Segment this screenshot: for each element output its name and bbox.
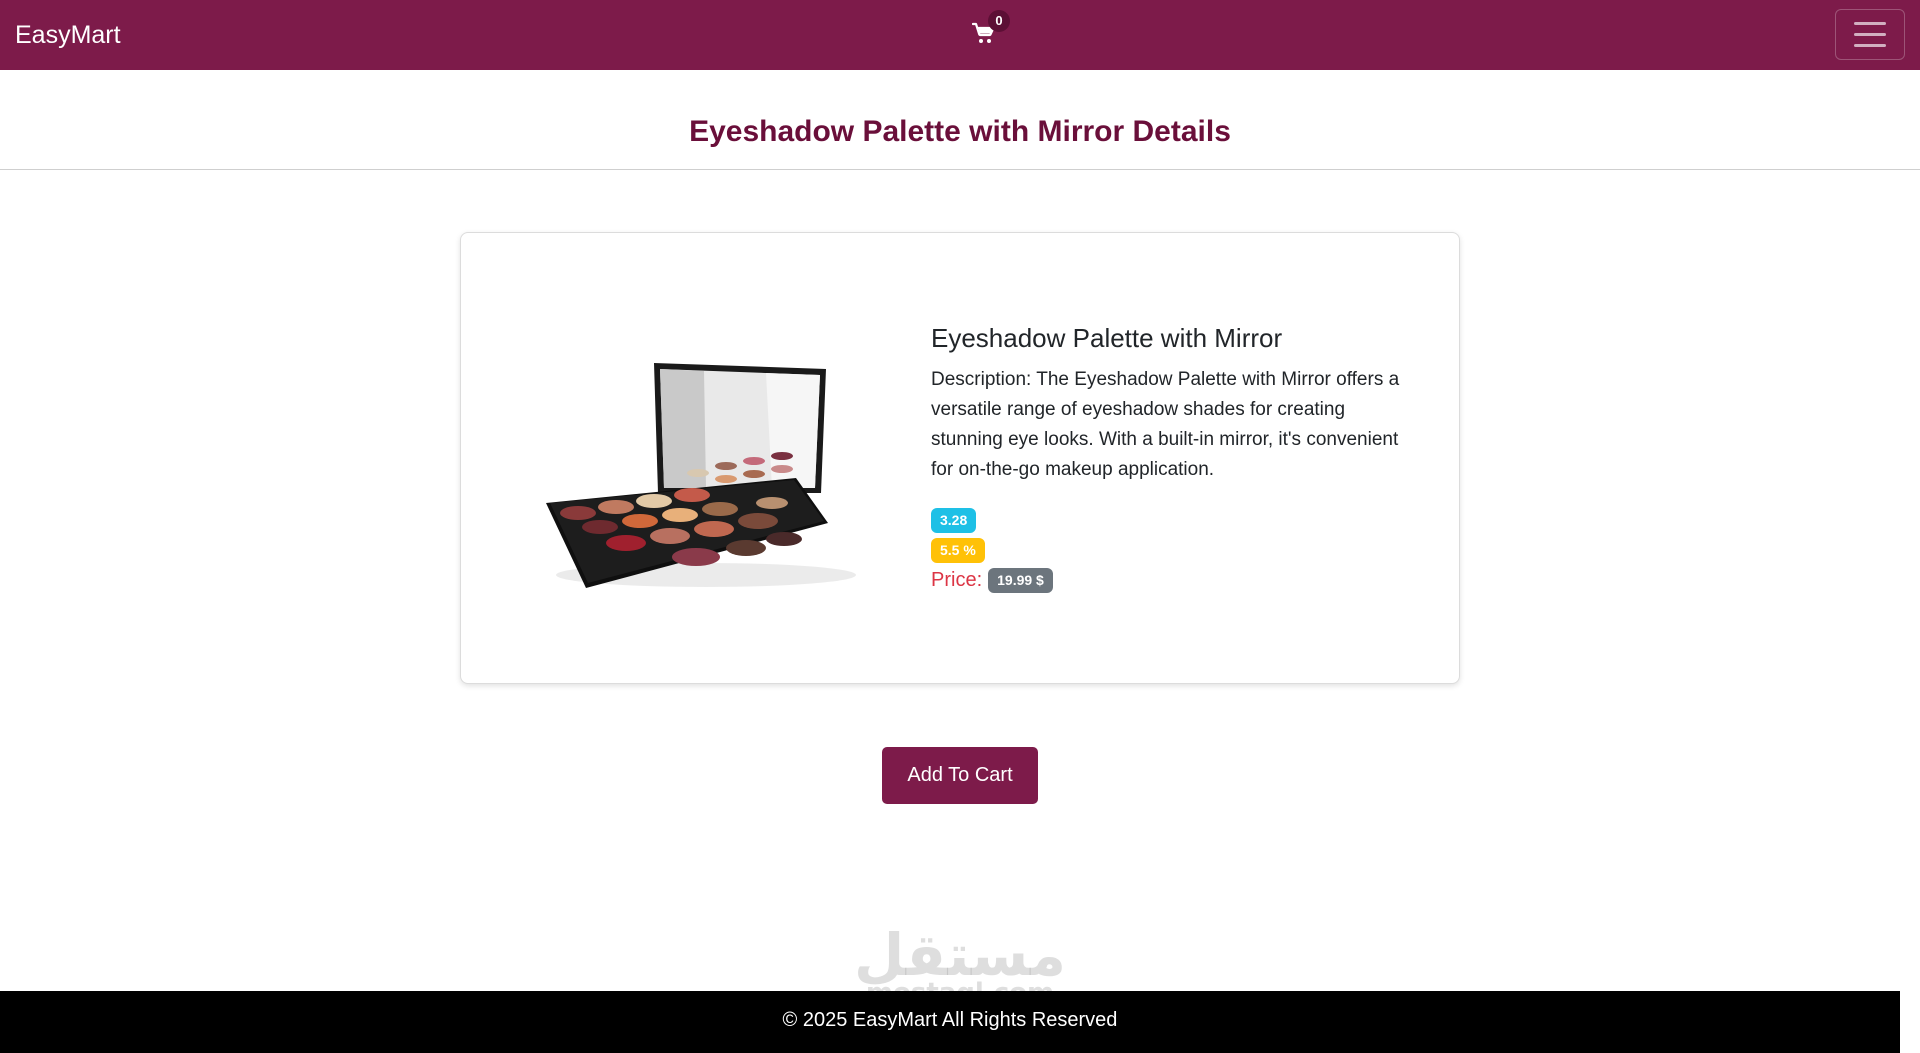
brand-link[interactable]: EasyMart <box>15 20 121 50</box>
page-title: Eyeshadow Palette with Mirror Details <box>689 115 1231 148</box>
product-image <box>536 343 866 593</box>
footer: © 2025 EasyMart All Rights Reserved <box>0 991 1900 1053</box>
cart-button[interactable]: 0 <box>972 10 1010 52</box>
add-to-cart-button[interactable]: Add To Cart <box>882 747 1038 804</box>
rating-badge: 3.28 <box>931 507 977 533</box>
footer-copyright: © 2025 EasyMart All Rights Reserved <box>782 1009 1118 1031</box>
price-row: Price: 19.99 $ <box>931 565 1411 595</box>
eyeshadow-palette-image <box>546 363 856 588</box>
product-card: Eyeshadow Palette with Mirror Descriptio… <box>460 232 1460 684</box>
discount-row: 5.5 % <box>931 535 1411 565</box>
product-description: Description: The Eyeshadow Palette with … <box>931 369 1400 480</box>
rating-row: 3.28 <box>931 505 1411 535</box>
hamburger-line <box>1854 44 1886 47</box>
cart-count-badge: 0 <box>988 10 1010 32</box>
price-label: Price: <box>931 568 983 591</box>
page-header: Eyeshadow Palette with Mirror Details <box>0 70 1920 170</box>
navbar: EasyMart 0 <box>0 0 1920 70</box>
hamburger-menu-icon <box>1854 22 1886 25</box>
hamburger-line <box>1854 33 1886 36</box>
page-edge <box>1900 991 1920 1053</box>
discount-badge: 5.5 % <box>931 537 985 563</box>
product-info: Eyeshadow Palette with Mirror Descriptio… <box>931 321 1411 595</box>
menu-toggle-button[interactable] <box>1835 9 1905 60</box>
product-name: Eyeshadow Palette with Mirror <box>931 323 1283 353</box>
price-badge: 19.99 $ <box>988 567 1053 593</box>
